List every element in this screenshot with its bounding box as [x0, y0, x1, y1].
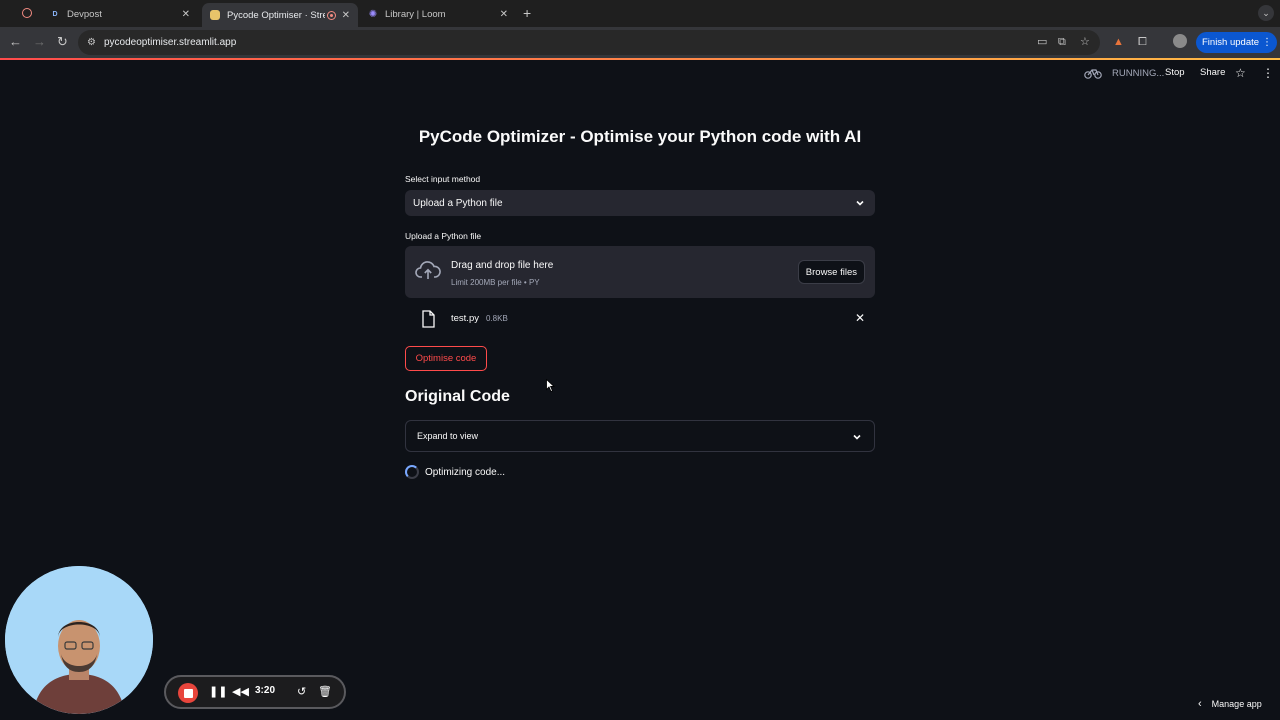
finish-update-label: Finish update [1202, 37, 1260, 48]
streamlit-decoration-bar [0, 58, 1280, 60]
star-icon[interactable]: ☆ [1235, 66, 1246, 80]
extensions-puzzle-icon[interactable]: ⧠ [1138, 35, 1147, 49]
running-status: RUNNING... [1084, 67, 1164, 79]
forward-icon[interactable]: → [33, 35, 46, 49]
spinner-icon [405, 465, 419, 479]
uploader-label: Upload a Python file [405, 231, 482, 241]
tab-search-icon[interactable]: ⌄ [1258, 5, 1274, 21]
address-bar[interactable]: ⚙ pycodeoptimiser.streamlit.app [78, 30, 1100, 55]
file-dropzone[interactable]: Drag and drop file here Limit 200MB per … [405, 246, 875, 298]
recording-icon [327, 10, 336, 20]
reload-icon[interactable]: ↻ [57, 35, 68, 49]
bicycle-icon [1084, 69, 1102, 79]
rewind-icon[interactable]: ◀◀ [232, 684, 249, 700]
drag-drop-text: Drag and drop file here [451, 260, 554, 271]
stop-recording-button[interactable] [178, 683, 198, 703]
original-code-expander[interactable]: Expand to view [405, 420, 875, 452]
streamlit-icon [210, 10, 220, 20]
devpost-icon: D [52, 10, 58, 18]
bookmark-star-icon[interactable]: ☆ [1080, 35, 1090, 49]
back-icon[interactable]: ← [9, 35, 22, 49]
file-limit-text: Limit 200MB per file • PY [451, 278, 540, 287]
file-size: 0.8KB [486, 314, 508, 323]
tab-title: Devpost [67, 8, 102, 20]
loom-recording-controls: ❚❚ ◀◀ 3:20 ↺ 🗑 [164, 675, 346, 709]
close-tab-icon[interactable]: ✕ [342, 10, 350, 21]
presenter-avatar [5, 566, 153, 714]
share-button[interactable]: Share [1200, 67, 1225, 78]
finish-update-button[interactable]: Finish update ⋮ [1196, 32, 1278, 53]
manage-app-button[interactable]: ‹ Manage app [1198, 698, 1262, 710]
file-name: test.py [451, 313, 479, 324]
record-indicator-icon [22, 8, 32, 18]
chevron-down-icon [856, 200, 864, 206]
original-code-heading: Original Code [405, 388, 510, 405]
tab-title: Pycode Optimiser · Strea [227, 9, 325, 21]
main-menu-icon[interactable]: ⋮ [1262, 66, 1274, 80]
optimise-code-button[interactable]: Optimise code [405, 346, 487, 371]
browse-files-button[interactable]: Browse files [797, 260, 865, 284]
optimizing-spinner: Optimizing code... [405, 465, 505, 479]
tab-loom-library[interactable]: ✺ Library | Loom ✕ [360, 3, 516, 25]
chevron-down-icon [853, 434, 861, 440]
url-text: pycodeoptimiser.streamlit.app [103, 37, 237, 48]
loom-icon: ✺ [368, 8, 378, 20]
page-title: PyCode Optimizer - Optimise your Python … [418, 127, 862, 146]
remove-file-icon[interactable]: ✕ [855, 311, 865, 325]
input-method-select[interactable]: Upload a Python file [405, 190, 875, 216]
browser-toolbar: ← → ↻ ⚙ pycodeoptimiser.streamlit.app ▭ … [0, 27, 1280, 58]
cloud-upload-icon [415, 261, 441, 279]
close-tab-icon[interactable]: ✕ [500, 9, 508, 20]
profile-avatar[interactable] [1173, 34, 1187, 48]
webcam-bubble[interactable] [5, 566, 153, 714]
browser-tab-strip: D Devpost ✕ Pycode Optimiser · Strea ✕ ✺… [0, 0, 1280, 27]
tab-devpost[interactable]: D Devpost ✕ [42, 3, 198, 25]
camera-icon[interactable]: ▭ [1037, 35, 1047, 49]
menu-dots-icon[interactable]: ⋮ [1262, 37, 1272, 48]
mouse-cursor-icon [546, 379, 555, 392]
tab-title: Library | Loom [385, 8, 446, 20]
uploaded-file-row: test.py 0.8KB ✕ [405, 308, 875, 330]
close-tab-icon[interactable]: ✕ [182, 9, 190, 20]
stop-button[interactable]: Stop [1165, 67, 1185, 78]
spinner-text: Optimizing code... [425, 466, 506, 478]
extension-fox-icon[interactable]: ▲ [1113, 35, 1124, 49]
expander-label: Expand to view [417, 431, 479, 441]
manage-app-label: Manage app [1211, 699, 1262, 709]
recording-timer: 3:20 [255, 685, 276, 696]
input-method-value: Upload a Python file [413, 197, 503, 209]
site-settings-icon[interactable]: ⚙ [87, 37, 96, 48]
trash-icon[interactable]: 🗑 [318, 684, 332, 700]
chevron-left-icon: ‹ [1198, 698, 1202, 710]
pause-icon[interactable]: ❚❚ [209, 684, 227, 700]
tab-pycode-optimiser[interactable]: Pycode Optimiser · Strea ✕ [202, 3, 358, 27]
new-tab-button[interactable]: + [523, 5, 531, 21]
file-icon [422, 310, 435, 328]
restart-icon[interactable]: ↺ [297, 684, 306, 700]
install-app-icon[interactable]: ⧉ [1058, 35, 1066, 49]
input-method-label: Select input method [405, 174, 481, 184]
running-label: RUNNING... [1112, 67, 1165, 79]
